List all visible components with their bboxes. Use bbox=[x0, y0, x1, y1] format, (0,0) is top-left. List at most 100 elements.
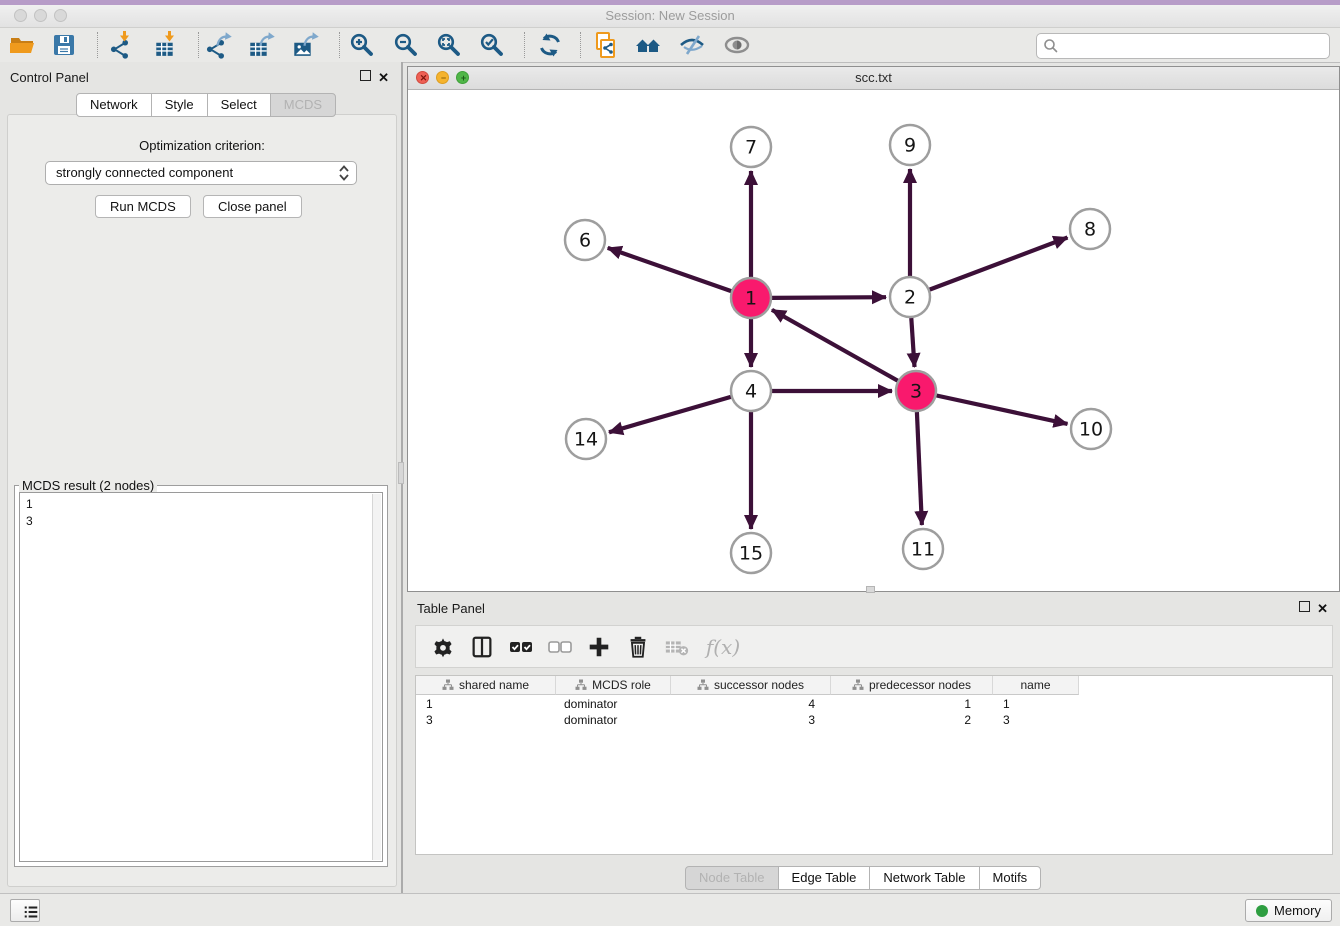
mcds-result-text: 1 3 bbox=[26, 496, 368, 859]
result-scrollbar[interactable] bbox=[372, 494, 381, 860]
selected-option: strongly connected component bbox=[56, 162, 233, 184]
close-panel-button[interactable]: Close panel bbox=[203, 195, 302, 218]
function-builder-button[interactable]: f(x) bbox=[701, 632, 745, 662]
close-panel-icon[interactable]: ✕ bbox=[378, 70, 389, 85]
export-table-button[interactable] bbox=[247, 31, 275, 59]
tab-edge-table[interactable]: Edge Table bbox=[778, 866, 871, 890]
show-selected-button[interactable] bbox=[723, 31, 751, 59]
table-row-0[interactable]: 1dominator411 bbox=[416, 696, 1332, 712]
panel-divider-handle[interactable] bbox=[398, 462, 404, 484]
node-label-2: 2 bbox=[904, 287, 916, 309]
optimization-criterion-select[interactable]: strongly connected component bbox=[45, 161, 357, 185]
save-session-button[interactable] bbox=[50, 31, 78, 59]
control-panel: Control Panel ✕ Optimization criterion: … bbox=[0, 62, 403, 893]
table-panel-tabs: Node Table Edge Table Network Table Moti… bbox=[685, 866, 1041, 890]
node-label-14: 14 bbox=[574, 429, 598, 451]
edge-2-8[interactable] bbox=[930, 238, 1068, 290]
import-table-button[interactable] bbox=[151, 31, 179, 59]
toolbar-separator bbox=[198, 32, 199, 58]
edge-1-2[interactable] bbox=[772, 297, 886, 298]
cell-1-2[interactable]: 3 bbox=[671, 712, 831, 728]
tab-motifs[interactable]: Motifs bbox=[979, 866, 1042, 890]
network-window-titlebar[interactable]: ✕ − + scc.txt bbox=[408, 67, 1339, 90]
export-image-button[interactable] bbox=[291, 31, 319, 59]
node-label-6: 6 bbox=[579, 230, 591, 252]
cell-0-2[interactable]: 4 bbox=[671, 696, 831, 712]
network-graph-canvas[interactable]: 7968124314101511 bbox=[408, 89, 1339, 591]
mcds-result-textarea[interactable]: 1 3 bbox=[19, 492, 383, 862]
delete-table-button[interactable] bbox=[662, 632, 692, 662]
tab-network-table[interactable]: Network Table bbox=[869, 866, 979, 890]
status-bar: Memory bbox=[0, 893, 1340, 926]
export-network-button[interactable] bbox=[204, 31, 232, 59]
column-header-mcds-role[interactable]: MCDS role bbox=[556, 676, 671, 695]
zoom-in-button[interactable] bbox=[348, 31, 376, 59]
table-settings-button[interactable] bbox=[428, 632, 458, 662]
float-table-panel-icon[interactable] bbox=[1299, 601, 1310, 612]
cell-0-4[interactable]: 1 bbox=[993, 696, 1079, 712]
column-header-shared-name[interactable]: shared name bbox=[416, 676, 556, 695]
select-all-checkboxes-button[interactable] bbox=[506, 632, 536, 662]
open-session-button[interactable] bbox=[8, 31, 36, 59]
tab-mcds[interactable]: MCDS bbox=[270, 93, 336, 117]
mcds-result-title: MCDS result (2 nodes) bbox=[19, 478, 157, 493]
hide-selected-button[interactable] bbox=[678, 31, 706, 59]
zoom-fit-button[interactable] bbox=[435, 31, 463, 59]
mcds-result-group: MCDS result (2 nodes) 1 3 bbox=[14, 485, 388, 867]
column-header-name[interactable]: name bbox=[993, 676, 1079, 695]
edge-3-1[interactable] bbox=[772, 310, 898, 381]
edge-2-3[interactable] bbox=[911, 318, 914, 367]
toolbar-separator bbox=[97, 32, 98, 58]
cell-0-3[interactable]: 1 bbox=[831, 696, 993, 712]
run-mcds-button[interactable]: Run MCDS bbox=[95, 195, 191, 218]
network-resize-handle[interactable] bbox=[866, 586, 875, 593]
zoom-out-button[interactable] bbox=[392, 31, 420, 59]
edge-1-6[interactable] bbox=[608, 248, 732, 291]
cell-0-1[interactable]: dominator bbox=[556, 696, 671, 712]
cell-1-1[interactable]: dominator bbox=[556, 712, 671, 728]
tab-style[interactable]: Style bbox=[151, 93, 208, 117]
node-label-10: 10 bbox=[1079, 419, 1103, 441]
main-titlebar[interactable]: Session: New Session bbox=[0, 5, 1340, 28]
node-label-1: 1 bbox=[745, 288, 757, 310]
memory-button[interactable]: Memory bbox=[1245, 899, 1332, 922]
home-layout-button[interactable] bbox=[634, 31, 662, 59]
cell-1-4[interactable]: 3 bbox=[993, 712, 1079, 728]
select-stepper-icon bbox=[339, 165, 349, 181]
cell-1-3[interactable]: 2 bbox=[831, 712, 993, 728]
edge-4-14[interactable] bbox=[609, 397, 731, 432]
tree-icon bbox=[442, 679, 454, 691]
refresh-view-button[interactable] bbox=[536, 31, 564, 59]
cell-1-0[interactable]: 3 bbox=[416, 712, 556, 728]
tab-select[interactable]: Select bbox=[207, 93, 271, 117]
table-row-1[interactable]: 3dominator323 bbox=[416, 712, 1332, 728]
column-header-successor-nodes[interactable]: successor nodes bbox=[671, 676, 831, 695]
float-panel-icon[interactable] bbox=[360, 70, 371, 81]
control-panel-title: Control Panel bbox=[10, 70, 89, 85]
zoom-selected-button[interactable] bbox=[478, 31, 506, 59]
add-column-button[interactable] bbox=[584, 632, 614, 662]
close-table-panel-icon[interactable]: ✕ bbox=[1317, 601, 1328, 616]
edge-3-11[interactable] bbox=[917, 412, 922, 525]
main-toolbar bbox=[0, 28, 1340, 63]
tab-node-table[interactable]: Node Table bbox=[685, 866, 779, 890]
delete-column-button[interactable] bbox=[623, 632, 653, 662]
duplicate-network-button[interactable] bbox=[591, 31, 619, 59]
node-label-15: 15 bbox=[739, 543, 763, 565]
cell-0-0[interactable]: 1 bbox=[416, 696, 556, 712]
table-column-headers: shared name MCDS role successor nodes pr… bbox=[416, 676, 1079, 695]
column-header-predecessor-nodes[interactable]: predecessor nodes bbox=[831, 676, 993, 695]
split-view-button[interactable] bbox=[467, 632, 497, 662]
task-history-button[interactable] bbox=[10, 899, 40, 922]
control-panel-tabs: Network Style Select MCDS bbox=[76, 93, 336, 117]
table-panel: Table Panel ✕ f(x) shared name MCDS role… bbox=[407, 597, 1340, 889]
search-field[interactable] bbox=[1036, 33, 1330, 59]
edge-3-10[interactable] bbox=[937, 396, 1068, 424]
search-input[interactable] bbox=[1063, 35, 1325, 57]
tab-network[interactable]: Network bbox=[76, 93, 152, 117]
tree-icon bbox=[575, 679, 587, 691]
table-toolbar: f(x) bbox=[415, 625, 1333, 668]
deselect-all-checkboxes-button[interactable] bbox=[545, 632, 575, 662]
node-label-7: 7 bbox=[745, 137, 757, 159]
import-network-button[interactable] bbox=[106, 31, 134, 59]
